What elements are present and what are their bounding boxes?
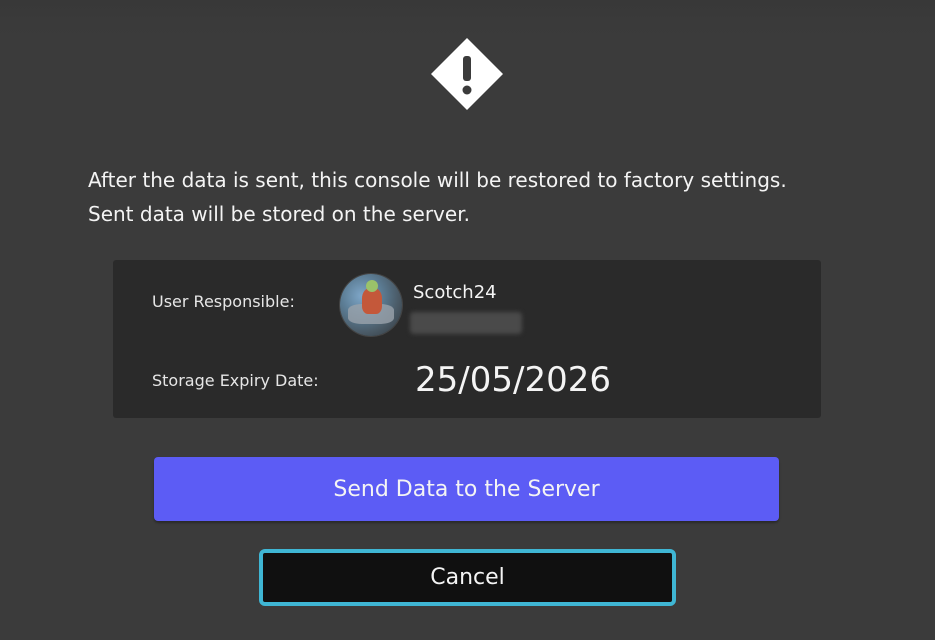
storage-expiry-date: 25/05/2026	[415, 360, 611, 400]
username: Scotch24	[413, 282, 497, 303]
info-panel: User Responsible: Scotch24 Storage Expir…	[113, 260, 821, 418]
storage-expiry-label: Storage Expiry Date:	[152, 371, 319, 390]
user-avatar-icon	[340, 274, 402, 336]
dialog-message: After the data is sent, this console wil…	[88, 163, 888, 231]
redacted-user-id	[410, 312, 522, 334]
warning-diamond-icon	[431, 38, 503, 110]
cancel-button[interactable]: Cancel	[259, 549, 676, 606]
message-line: Sent data will be stored on the server.	[88, 202, 470, 226]
user-responsible-label: User Responsible:	[152, 292, 295, 311]
send-data-button[interactable]: Send Data to the Server	[154, 457, 779, 521]
message-line: After the data is sent, this console wil…	[88, 168, 787, 192]
top-strip	[0, 0, 935, 36]
